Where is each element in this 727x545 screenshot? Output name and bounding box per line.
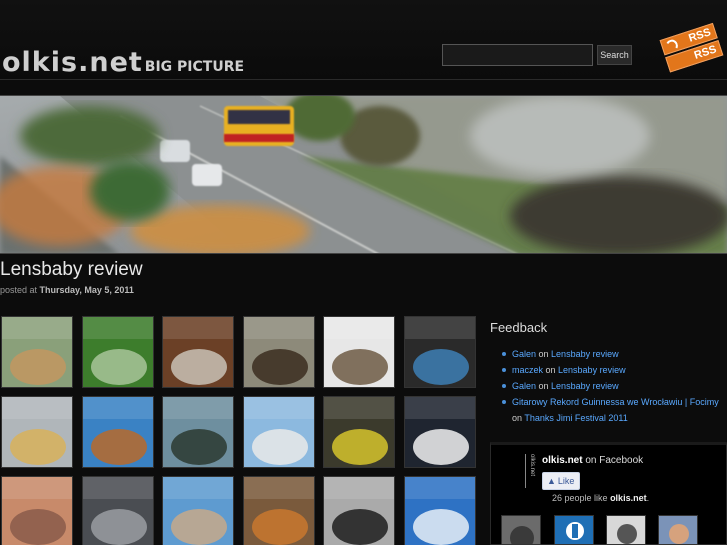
thumbnail-image [324, 317, 394, 387]
facebook-like-count: 26 people like olkis.net. [552, 493, 649, 503]
gallery-thumbnail[interactable] [1, 476, 73, 545]
facebook-vertical-logo-text: olkis.net [529, 454, 535, 477]
fan-avatar-image [555, 516, 593, 544]
gallery-thumbnail[interactable] [403, 316, 476, 388]
site-logo[interactable]: olkis.net BIG PICTURE [2, 47, 245, 80]
comment-post-link[interactable]: Lensbaby review [551, 381, 619, 391]
comment-separator: on [543, 365, 559, 375]
banner-illustration [0, 96, 727, 253]
facebook-fan-avatar[interactable] [501, 515, 541, 545]
facebook-count-end: . [646, 493, 650, 503]
comment-author-link[interactable]: Galen [512, 381, 536, 391]
comment-post-link[interactable]: Thanks Jimi Festival 2011 [524, 413, 627, 423]
thumbnail-image [163, 317, 233, 387]
comment-separator: on [536, 381, 552, 391]
feedback-item: Galen on Lensbaby review [502, 378, 727, 394]
thumbnail-image [82, 317, 153, 387]
gallery-thumbnail[interactable] [323, 396, 395, 468]
gallery-thumbnail[interactable] [81, 396, 154, 468]
facebook-on-text: on Facebook [585, 455, 644, 466]
search-button[interactable]: Search [597, 45, 632, 65]
facebook-fan-avatar[interactable] [606, 515, 646, 545]
facebook-count-page: olkis.net [610, 493, 647, 503]
search-input[interactable] [442, 44, 593, 66]
gallery-thumbnail[interactable] [242, 476, 315, 545]
gallery-thumbnail[interactable] [242, 396, 315, 468]
rss-feed-icon[interactable]: RSS RSS [659, 22, 727, 77]
comment-separator: on [512, 413, 525, 423]
photo-gallery [0, 316, 480, 545]
facebook-title: olkis.net on Facebook [542, 455, 643, 466]
comment-author-link[interactable]: Gitarowy Rekord Guinnessa we Wrocławiu |… [512, 397, 719, 407]
feedback-heading: Feedback [490, 320, 548, 335]
gallery-thumbnail[interactable] [81, 476, 154, 545]
thumbnail-image [404, 477, 475, 545]
thumbnail-image [2, 317, 72, 387]
thumbnail-image [404, 397, 475, 467]
thumbnail-image [404, 317, 475, 387]
facebook-vertical-logo: olkis.net [525, 454, 535, 488]
comment-post-link[interactable]: Lensbaby review [558, 365, 626, 375]
facebook-fan-avatar[interactable] [554, 515, 594, 545]
gallery-thumbnail[interactable] [1, 316, 73, 388]
facebook-fan-avatar[interactable] [658, 515, 698, 545]
gallery-thumbnail[interactable] [323, 316, 395, 388]
thumbnail-image [2, 477, 72, 545]
post-date: Thursday, May 5, 2011 [39, 285, 134, 295]
fan-avatar-image [502, 516, 540, 544]
thumbnail-image [2, 397, 72, 467]
post-title[interactable]: Lensbaby review [0, 259, 143, 281]
gallery-thumbnail[interactable] [403, 396, 476, 468]
comment-post-link[interactable]: Lensbaby review [551, 349, 619, 359]
banner-image [0, 95, 727, 254]
facebook-like-button[interactable]: ▲ Like [542, 472, 580, 490]
comment-separator: on [536, 349, 552, 359]
thumbnail-image [324, 397, 394, 467]
gallery-thumbnail[interactable] [81, 316, 154, 388]
feedback-list: Galen on Lensbaby review maczek on Lensba… [502, 346, 727, 426]
post-meta: posted at Thursday, May 5, 2011 [0, 285, 134, 295]
gallery-thumbnail[interactable] [1, 396, 73, 468]
logo-main-text: olkis.net [2, 47, 143, 78]
comment-author-link[interactable]: maczek [512, 365, 543, 375]
fan-avatar-image [659, 516, 697, 544]
site-header: olkis.net BIG PICTURE Search RSS RSS [0, 0, 727, 80]
thumbs-up-icon: ▲ [547, 476, 556, 486]
feedback-item: maczek on Lensbaby review [502, 362, 727, 378]
gallery-thumbnail[interactable] [162, 476, 234, 545]
gallery-thumbnail[interactable] [323, 476, 395, 545]
thumbnail-image [163, 397, 233, 467]
gallery-thumbnail[interactable] [403, 476, 476, 545]
facebook-page-name[interactable]: olkis.net [542, 455, 583, 466]
thumbnail-image [243, 317, 314, 387]
thumbnail-image [82, 397, 153, 467]
logo-sub-text: BIG PICTURE [144, 59, 245, 75]
comment-author-link[interactable]: Galen [512, 349, 536, 359]
thumbnail-image [82, 477, 153, 545]
facebook-like-label: Like [557, 476, 575, 486]
thumbnail-image [243, 397, 314, 467]
facebook-count-text: 26 people like [552, 493, 608, 503]
thumbnail-image [163, 477, 233, 545]
thumbnail-image [324, 477, 394, 545]
feedback-item: Galen on Lensbaby review [502, 346, 727, 362]
gallery-thumbnail[interactable] [162, 396, 234, 468]
gallery-thumbnail[interactable] [242, 316, 315, 388]
fan-avatar-image [607, 516, 645, 544]
post-meta-prefix: posted at [0, 285, 38, 295]
gallery-thumbnail[interactable] [162, 316, 234, 388]
thumbnail-image [243, 477, 314, 545]
feedback-item: Gitarowy Rekord Guinnessa we Wrocławiu |… [502, 394, 727, 426]
